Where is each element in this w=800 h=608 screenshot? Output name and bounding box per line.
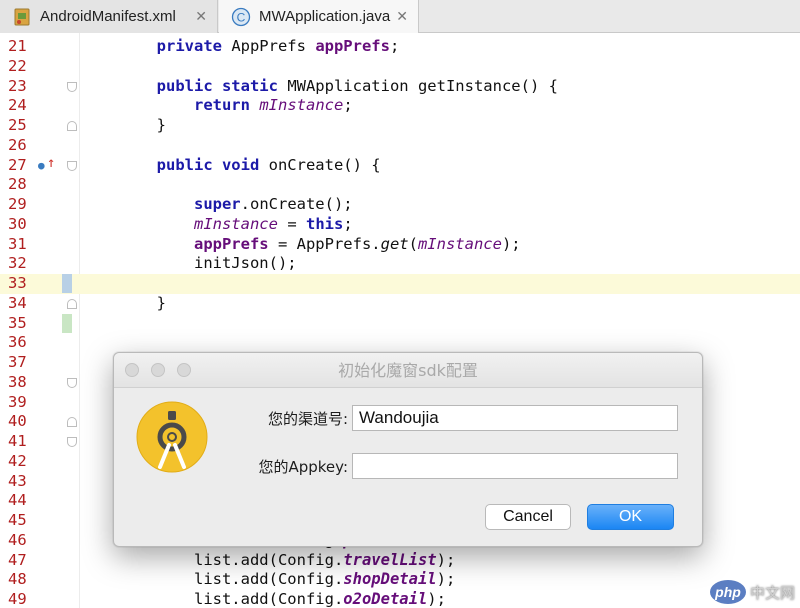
code-line[interactable]: 32 initJson(); (0, 254, 800, 274)
code-line[interactable]: 21 private AppPrefs appPrefs; (0, 37, 800, 57)
editor-tab-bar: AndroidManifest.xml ✕ C MWApplication.ja… (0, 0, 800, 33)
line-number: 25 (8, 116, 27, 134)
line-number: 26 (8, 135, 27, 154)
code-line[interactable]: 27 ● ↑ public void onCreate() { (0, 154, 800, 176)
code-line[interactable]: 49 list.add(Config.o2oDetail); (0, 590, 800, 608)
line-number: 37 (8, 353, 27, 371)
code-line[interactable]: 47 list.add(Config.travelList); (0, 551, 800, 571)
code-text: list.add(Config.travelList); (82, 550, 456, 569)
code-text: list.add(Config.shopDetail); (82, 570, 456, 589)
line-number: 30 (8, 214, 27, 233)
line-number: 41 (8, 432, 27, 450)
fold-toggle-icon[interactable] (67, 298, 77, 309)
code-line[interactable]: 48 list.add(Config.shopDetail); (0, 570, 800, 590)
change-marker[interactable] (62, 313, 72, 333)
code-text: return mInstance; (193, 96, 353, 115)
code-line[interactable]: 23 public static MWApplication getInstan… (0, 77, 800, 97)
code-text: public static MWApplication getInstance(… (156, 76, 558, 95)
fold-toggle-icon[interactable] (67, 160, 77, 171)
java-class-icon: C (231, 7, 251, 26)
fold-toggle-icon[interactable] (67, 121, 77, 131)
xml-file-icon (14, 8, 30, 25)
fold-toggle-icon[interactable] (67, 437, 77, 447)
code-text: initJson(); (82, 254, 297, 273)
init-config-dialog: 初始化魔窗sdk配置 您的渠道号: 您的Appkey: Cancel OK (113, 352, 703, 547)
android-studio-logo-icon (136, 401, 208, 473)
line-number: 24 (8, 96, 27, 115)
line-number: 35 (8, 313, 27, 332)
close-tab-icon[interactable]: ✕ (396, 8, 408, 25)
ok-button[interactable]: OK (587, 504, 674, 530)
svg-text:C: C (237, 10, 246, 24)
code-text: private AppPrefs appPrefs; (156, 37, 400, 55)
watermark-text: 中文网 (750, 584, 796, 602)
appkey-label: 您的Appkey: (258, 458, 348, 476)
line-number: 47 (8, 550, 27, 569)
tab-label: MWApplication.java (259, 8, 391, 25)
code-line[interactable]: 35 (0, 313, 800, 334)
dialog-title: 初始化魔窗sdk配置 (338, 361, 478, 380)
close-tab-icon[interactable]: ✕ (195, 8, 207, 25)
dialog-titlebar: 初始化魔窗sdk配置 (114, 353, 702, 388)
line-number: 42 (8, 451, 27, 470)
site-watermark: php 中文网 (708, 577, 800, 608)
line-number: 36 (8, 333, 27, 352)
line-number: 21 (8, 37, 27, 55)
code-text: super.onCreate(); (193, 195, 353, 213)
code-text: } (82, 116, 166, 134)
line-number: 38 (8, 372, 27, 391)
tab-label: AndroidManifest.xml (40, 8, 176, 25)
line-number: 34 (8, 293, 27, 312)
line-number: 49 (8, 590, 27, 608)
line-number: 22 (8, 56, 27, 75)
channel-input[interactable] (352, 405, 678, 431)
change-marker[interactable] (62, 274, 72, 293)
php-badge: php (710, 580, 746, 604)
appkey-input[interactable] (352, 453, 678, 479)
line-number: 46 (8, 530, 27, 549)
line-number: 48 (8, 570, 27, 589)
code-text: } (82, 293, 166, 312)
code-text: list.add(Config.o2oDetail); (82, 590, 446, 608)
line-number: 31 (8, 234, 27, 253)
code-line[interactable]: 29 super.onCreate(); (0, 195, 800, 215)
line-number: 43 (8, 471, 27, 490)
line-number: 32 (8, 254, 27, 273)
line-number: 33 (8, 274, 27, 292)
fold-toggle-icon[interactable] (67, 377, 77, 388)
code-line[interactable]: 22 (0, 57, 800, 77)
cancel-button[interactable]: Cancel (485, 504, 571, 530)
code-text: mInstance = this; (193, 214, 353, 233)
code-line[interactable]: 36 (0, 333, 800, 353)
line-number: 40 (8, 412, 27, 431)
line-number: 23 (8, 76, 27, 95)
code-line[interactable]: 33 (0, 274, 800, 294)
fold-toggle-icon[interactable] (67, 81, 77, 92)
line-number: 39 (8, 392, 27, 411)
line-number: 28 (8, 175, 27, 194)
channel-label: 您的渠道号: (267, 410, 348, 428)
line-number: 45 (8, 511, 27, 529)
tab-android-manifest[interactable]: AndroidManifest.xml ✕ (0, 0, 218, 33)
override-method-icon[interactable]: ● (38, 156, 45, 176)
tab-mwapplication[interactable]: C MWApplication.java ✕ (219, 0, 419, 33)
code-line[interactable]: 26 (0, 136, 800, 156)
code-text: public void onCreate() { (156, 155, 381, 174)
fold-toggle-icon[interactable] (67, 417, 77, 428)
code-line[interactable]: 31 appPrefs = AppPrefs.get(mInstance); (0, 235, 800, 255)
code-line[interactable]: 25 } (0, 116, 800, 136)
code-line[interactable]: 30 mInstance = this; (0, 215, 800, 235)
code-line[interactable]: 34 } (0, 294, 800, 314)
override-arrow-icon: ↑ (47, 154, 56, 171)
code-line[interactable]: 24 return mInstance; (0, 96, 800, 116)
line-number: 29 (8, 195, 27, 213)
line-number: 27 (8, 155, 27, 174)
line-number: 44 (8, 491, 27, 510)
code-text: appPrefs = AppPrefs.get(mInstance); (193, 234, 521, 253)
code-line[interactable]: 28 (0, 175, 800, 195)
